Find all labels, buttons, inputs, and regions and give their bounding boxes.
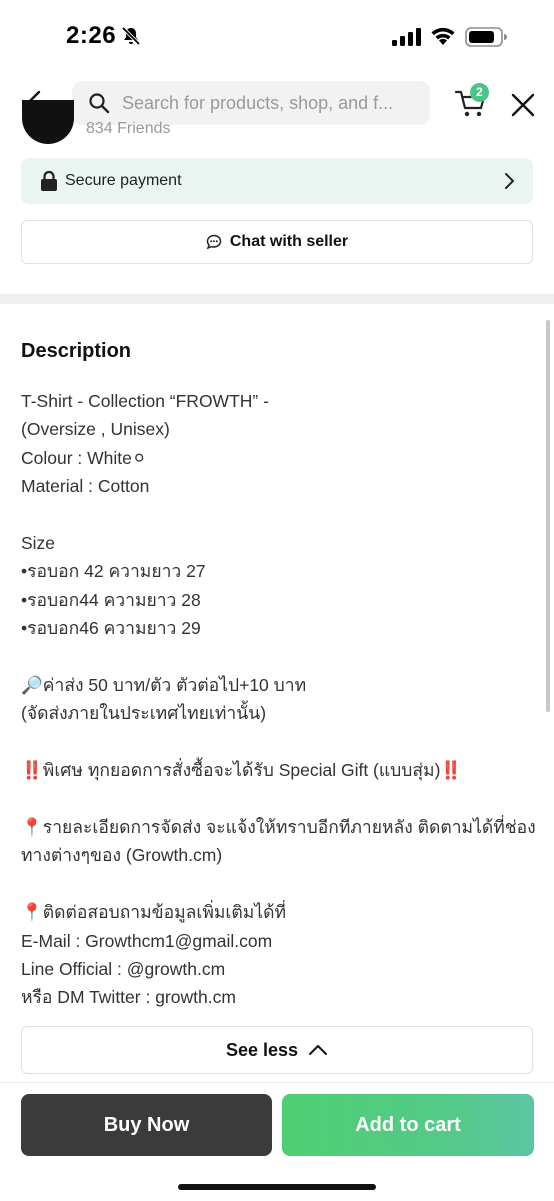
battery-icon <box>465 27 507 47</box>
description-line: 📍รายละเอียดการจัดส่ง จะแจ้งให้ทราบอีกทีภ… <box>21 817 536 866</box>
description-line: (จัดส่งภายในประเทศไทยเท่านั้น) <box>21 703 267 724</box>
search-bar[interactable]: Search for products, shop, and f... <box>72 81 430 125</box>
lock-icon <box>41 170 57 191</box>
description-line: 📍ติดต่อสอบถามข้อมูลเพิ่มเติมได้ที่ <box>21 902 287 923</box>
description-line: •รอบอก44 ความยาว 28 <box>21 589 201 610</box>
description-line: T-Shirt - Collection “FROWTH” - <box>21 391 269 411</box>
description-line: •รอบอก 42 ความยาว 27 <box>21 561 206 582</box>
home-indicator[interactable] <box>178 1184 376 1190</box>
see-less-button[interactable]: See less <box>21 1026 533 1074</box>
description-blank-line <box>21 870 536 898</box>
description-title: Description <box>21 340 132 362</box>
chevron-up-icon <box>309 1045 328 1055</box>
description-blank-line <box>21 728 536 756</box>
description-line: 🔎ค่าส่ง 50 บาท/ตัว ตัวต่อไป+10 บาท <box>21 675 307 696</box>
description-blank-line <box>21 643 536 671</box>
description-line: ‼️พิเศษ ทุกยอดการสั่งซื้อจะได้รับ Specia… <box>21 760 463 781</box>
bell-slash-icon <box>121 26 141 46</box>
scrollbar[interactable] <box>546 320 550 712</box>
chat-with-seller-button[interactable]: Chat with seller <box>21 220 533 264</box>
description-blank-line <box>21 785 536 813</box>
shop-friends-count: 834 Friends <box>86 121 171 135</box>
cellular-signal-icon <box>392 28 421 46</box>
buy-now-button[interactable]: Buy Now <box>21 1094 272 1156</box>
description-line: หรือ DM Twitter : growth.cm <box>21 987 236 1008</box>
search-input[interactable]: Search for products, shop, and f... <box>122 81 418 125</box>
description-line: Line Official : @growth.cm <box>21 959 226 980</box>
description-line: Size <box>21 533 56 554</box>
description-body: T-Shirt - Collection “FROWTH” - (Oversiz… <box>21 387 536 1012</box>
description-blank-line <box>21 501 536 529</box>
shop-avatar[interactable] <box>22 100 74 144</box>
description-line: E-Mail : Growthcm1@gmail.com <box>21 930 273 951</box>
see-less-label: See less <box>225 1039 299 1060</box>
secure-payment-banner[interactable]: Secure payment <box>21 158 533 204</box>
wifi-icon <box>431 27 455 45</box>
description-line: •รอบอก46 ความยาว 29 <box>21 618 201 639</box>
cart-count-badge: 2 <box>470 83 489 102</box>
close-icon[interactable] <box>510 92 536 118</box>
chat-bubble-icon <box>206 234 222 250</box>
description-line: Material : Cotton <box>21 476 150 497</box>
secure-payment-label: Secure payment <box>65 172 182 189</box>
search-icon <box>89 93 110 114</box>
status-time: 2:26 <box>66 22 117 49</box>
section-divider <box>0 294 554 304</box>
description-line: Colour : White⚪ <box>21 447 147 468</box>
chat-with-seller-label: Chat with seller <box>229 233 349 250</box>
add-to-cart-button[interactable]: Add to cart <box>282 1094 534 1156</box>
status-bar: 2:26 <box>0 0 554 76</box>
description-line: (Oversize , Unisex) <box>21 419 170 440</box>
chevron-right-icon <box>505 173 514 189</box>
